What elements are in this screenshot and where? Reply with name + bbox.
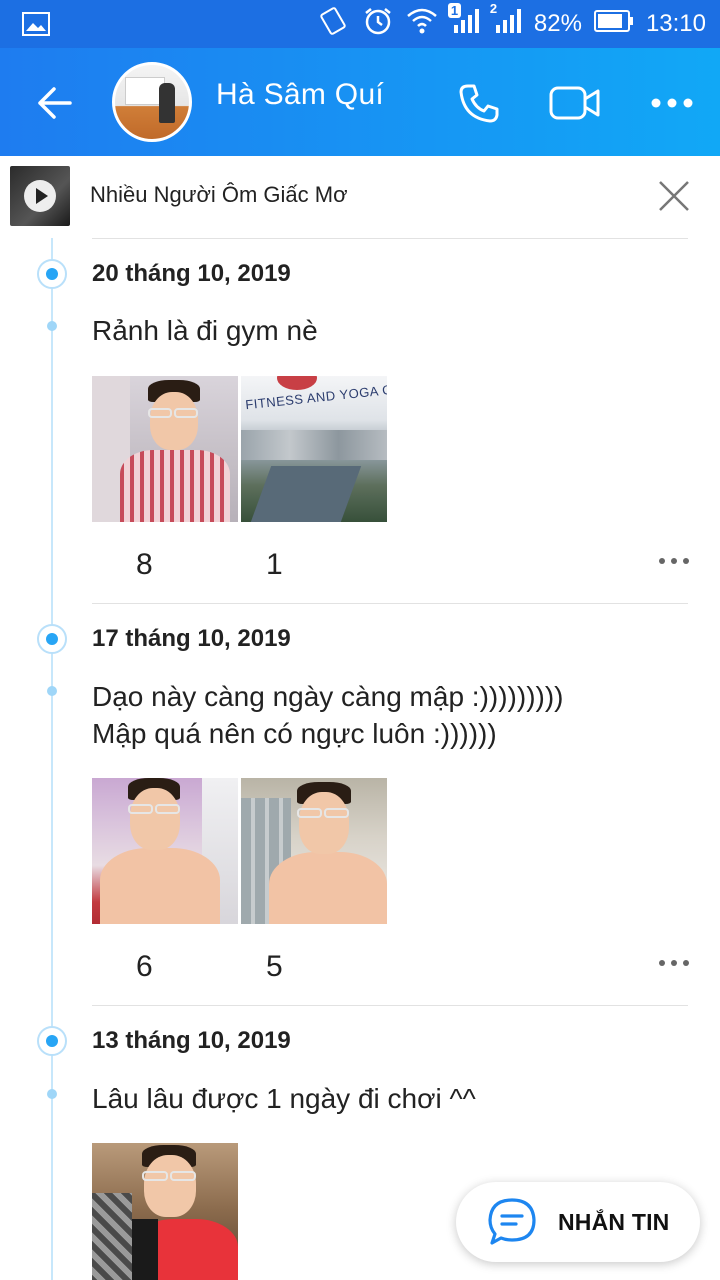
post-date: 13 tháng 10, 2019 [92,1027,291,1054]
chat-bubble-icon [486,1196,538,1248]
phone-call-icon[interactable] [452,76,506,130]
battery-icon [593,9,634,40]
divider [92,238,688,239]
post-text: Dạo này càng ngày càng mập :))))))))) Mậ… [92,681,564,749]
post-photo[interactable]: FITNESS AND YOGA CENTER [241,376,387,522]
post-photo[interactable] [92,376,238,522]
signal-sim1-icon: 1 [447,2,480,42]
send-message-label: NHẮN TIN [558,1209,670,1235]
timeline-date-dot [37,624,67,654]
profile-name[interactable]: Hà Sâm Quí [216,78,384,112]
signal-sim2-icon: 2 [490,1,522,42]
music-thumbnail[interactable] [10,166,70,226]
post-more-icon[interactable] [658,955,698,975]
post-date: 20 tháng 10, 2019 [92,260,291,287]
post-photo[interactable] [92,1143,238,1280]
back-arrow-icon[interactable] [30,78,80,128]
avatar[interactable] [112,62,192,142]
timeline-dot [47,686,57,696]
clock: 13:10 [645,10,706,37]
post-text: Lâu lâu được 1 ngày đi chơi ^^ [92,1083,476,1114]
timeline-dot [47,1089,57,1099]
post-more-icon[interactable] [658,553,698,573]
timeline-line [51,238,53,1280]
comment-count[interactable]: 1 [266,548,283,582]
gallery-icon [22,12,50,41]
vibrate-icon [316,4,350,45]
timeline-date-dot [37,1026,67,1056]
battery-percent: 82% [533,10,582,37]
alarm-icon [362,5,394,44]
post-text: Rảnh là đi gym nè [92,315,318,346]
close-icon[interactable] [654,176,694,216]
divider [92,603,688,604]
comment-count[interactable]: 5 [266,950,283,984]
timeline-date-dot [37,259,67,289]
play-icon[interactable] [24,180,56,212]
status-bar: 1 2 82% 13:10 [0,0,720,48]
music-title[interactable]: Nhiều Người Ôm Giấc Mơ [90,182,348,208]
timeline-dot [47,321,57,331]
more-options-icon[interactable] [645,76,699,130]
like-count[interactable]: 6 [136,950,153,984]
post-date: 17 tháng 10, 2019 [92,625,291,652]
wifi-icon [406,6,438,43]
like-count[interactable]: 8 [136,548,153,582]
send-message-button[interactable]: NHẮN TIN [456,1182,700,1262]
divider [92,1005,688,1006]
post-photo[interactable] [241,778,387,924]
video-call-icon[interactable] [548,76,602,130]
post-photo[interactable] [92,778,238,924]
profile-header: Hà Sâm Quí [0,48,720,156]
